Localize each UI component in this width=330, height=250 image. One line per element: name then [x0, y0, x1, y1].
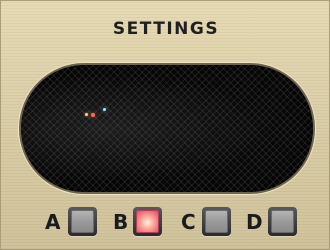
setting-b-label: B [113, 210, 129, 234]
setting-a-label: A [45, 210, 61, 234]
grille-mesh [21, 65, 313, 192]
led-glow-red [91, 113, 95, 117]
settings-panel: SETTINGS A B C D [0, 0, 330, 250]
setting-d-label: D [246, 210, 263, 234]
setting-a-button[interactable] [68, 207, 97, 236]
setting-b-button[interactable] [133, 207, 162, 236]
setting-c-label: C [181, 210, 196, 234]
setting-d-button[interactable] [268, 207, 297, 236]
led-glow-amber [85, 113, 88, 116]
speaker-grille [21, 65, 313, 192]
panel-title: SETTINGS [112, 19, 220, 39]
setting-c-button[interactable] [202, 207, 231, 236]
settings-button-row: A B C D [1, 206, 330, 240]
led-glow-blue [103, 108, 106, 111]
